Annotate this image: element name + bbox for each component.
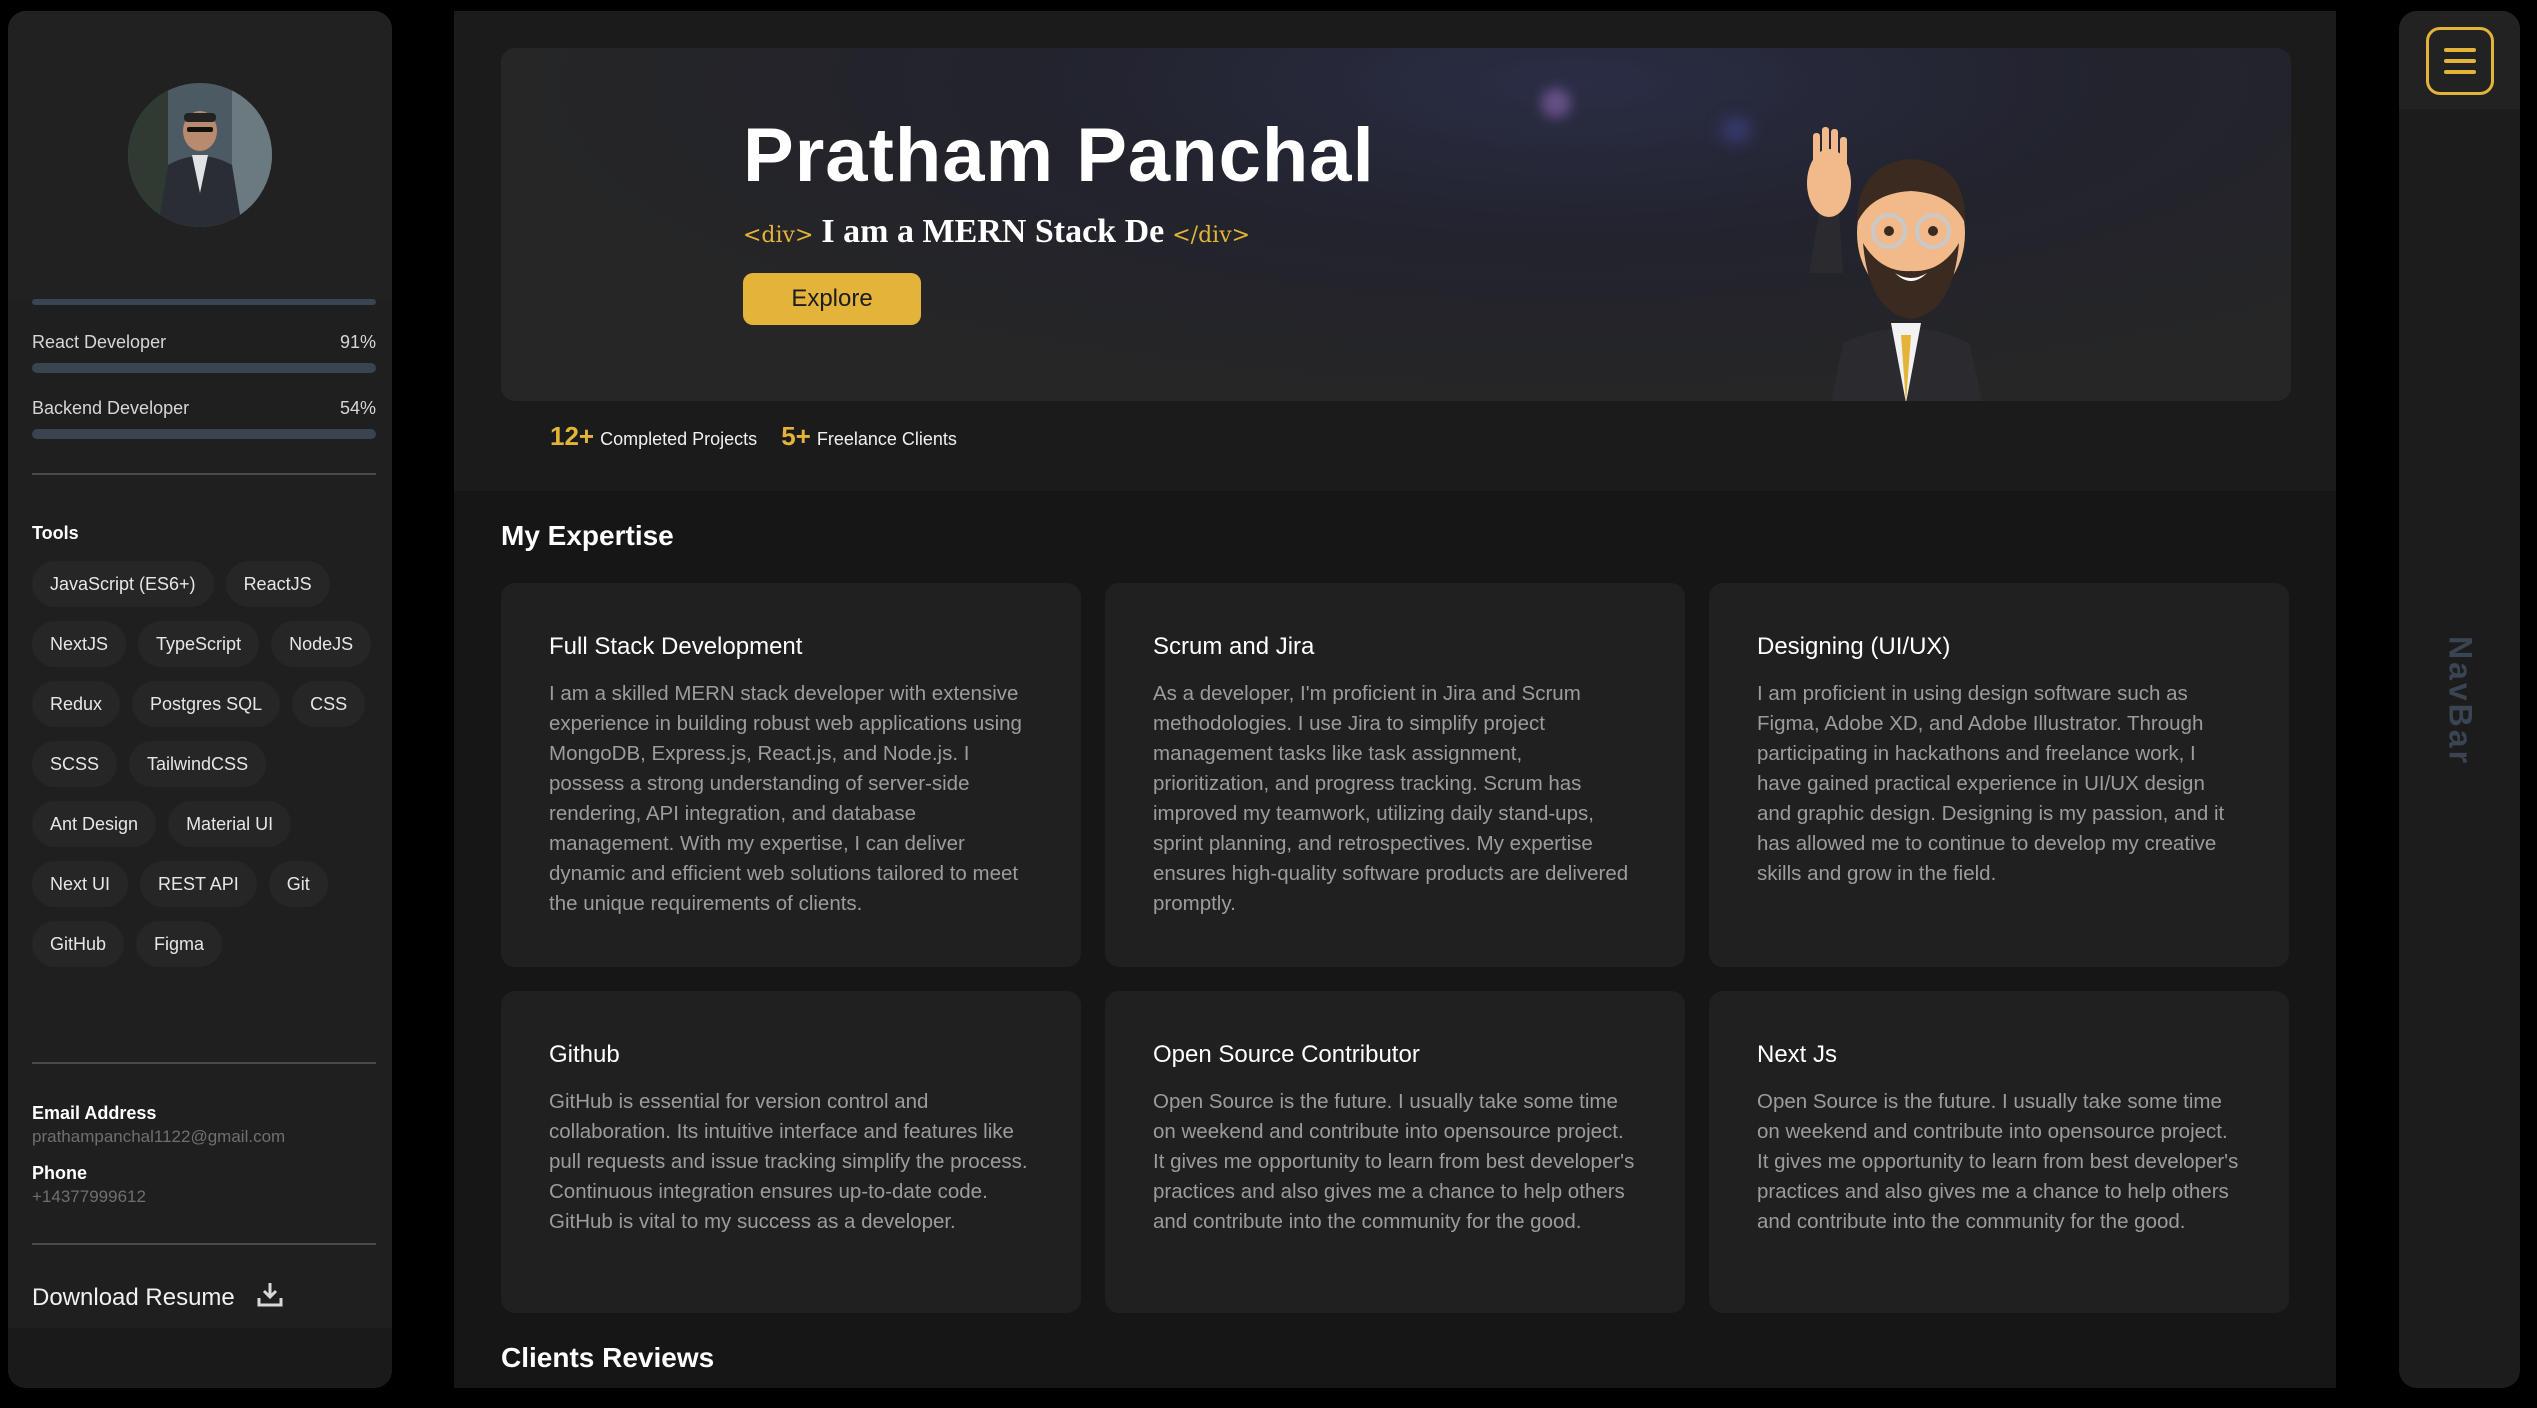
tool-tag: Ant Design [32, 801, 157, 847]
email-label: Email Address [32, 1103, 157, 1123]
tools-heading: Tools [32, 523, 79, 543]
typing-text: <div> I am a MERN Stack De </div> [743, 213, 1250, 251]
stat-number: 12+ [550, 421, 595, 451]
tool-tag: Material UI [168, 801, 292, 847]
card-title: Designing (UI/UX) [1757, 633, 1951, 660]
stat-label: Completed Projects [600, 429, 758, 449]
skill-percent: 54% [339, 397, 376, 418]
card-text: As a developer, I'm proficient in Jira a… [1153, 682, 1629, 915]
typed-role: I am a MERN Stack De [821, 213, 1165, 250]
skill-bar-partial [32, 299, 376, 305]
tool-tag: ReactJS [225, 561, 330, 607]
card-text: I am a skilled MERN stack developer with… [549, 682, 1022, 915]
card-title: Next Js [1757, 1041, 1838, 1068]
background-glow [1541, 88, 1571, 118]
hamburger-menu-icon[interactable] [2426, 27, 2494, 95]
tool-tag: Redux [32, 681, 121, 727]
phone-value[interactable]: +14377999612 [32, 1187, 146, 1207]
skill-percent: 91% [339, 331, 376, 352]
card-text: GitHub is essential for version control … [549, 1090, 1028, 1233]
download-icon [257, 1281, 283, 1314]
stat-number: 5+ [781, 421, 811, 451]
tool-tag: Next UI [32, 861, 129, 907]
tool-tag: JavaScript (ES6+) [32, 561, 214, 607]
divider [32, 473, 376, 475]
skill-react: React Developer 91% [32, 331, 376, 373]
skill-progress-bar [32, 363, 376, 373]
tool-tag: NextJS [32, 621, 127, 667]
phone-label: Phone [32, 1163, 88, 1183]
stat-clients: 5+ Freelance Clients [781, 421, 957, 452]
skill-progress-bar [32, 429, 376, 439]
expertise-card: Designing (UI/UX) I am proficient in usi… [1709, 583, 2289, 967]
avatar [128, 83, 272, 227]
tool-tag: TypeScript [138, 621, 260, 667]
profile-header [8, 11, 392, 301]
hero-name: Pratham Panchal [743, 113, 1375, 198]
expertise-heading: My Expertise [501, 520, 674, 551]
email-value[interactable]: prathampanchal1122@gmail.com [32, 1127, 285, 1147]
tool-tag: TailwindCSS [129, 741, 267, 787]
card-title: Github [549, 1041, 620, 1068]
card-text: Open Source is the future. I usually tak… [1153, 1090, 1635, 1233]
tool-tag: NodeJS [271, 621, 372, 667]
tool-tag: CSS [292, 681, 366, 727]
profile-sidebar: React Developer 91% Backend Developer 54… [8, 11, 392, 1388]
sidebar-footer [8, 1328, 392, 1388]
tool-tag: Figma [136, 921, 223, 967]
divider [32, 1243, 376, 1245]
download-resume-button[interactable]: Download Resume [32, 1281, 283, 1314]
explore-button[interactable]: Explore [743, 273, 921, 325]
skill-backend: Backend Developer 54% [32, 397, 376, 439]
stat-label: Freelance Clients [816, 429, 957, 449]
tool-tag: REST API [140, 861, 257, 907]
skill-label: Backend Developer [32, 397, 190, 418]
stat-projects: 12+ Completed Projects [550, 421, 757, 452]
code-tag-open: <div> [743, 223, 814, 248]
navbar-label: NavBar [2442, 635, 2479, 767]
download-resume-label: Download Resume [32, 1283, 235, 1311]
tool-tag: SCSS [32, 741, 118, 787]
stats-row: 12+ Completed Projects 5+ Freelance Clie… [550, 421, 957, 452]
background-glow [1721, 118, 1751, 142]
skill-label: React Developer [32, 331, 167, 352]
tool-tag: GitHub [32, 921, 125, 967]
memoji-waving-image [1791, 123, 2021, 401]
hero-banner: Pratham Panchal <div> I am a MERN Stack … [501, 48, 2291, 401]
expertise-card: Scrum and Jira As a developer, I'm profi… [1105, 583, 1685, 967]
card-text: Open Source is the future. I usually tak… [1757, 1090, 2239, 1233]
right-navbar: NavBar [2399, 11, 2520, 1388]
card-title: Open Source Contributor [1153, 1041, 1420, 1068]
tools-list: JavaScript (ES6+) ReactJS NextJS TypeScr… [32, 561, 382, 967]
main-content: Pratham Panchal <div> I am a MERN Stack … [454, 11, 2336, 1388]
divider [32, 1062, 376, 1064]
navbar-header [2399, 11, 2520, 109]
tool-tag: Git [268, 861, 328, 907]
hero-section: Pratham Panchal <div> I am a MERN Stack … [454, 11, 2336, 491]
expertise-card: Open Source Contributor Open Source is t… [1105, 991, 1685, 1313]
tool-tag: Postgres SQL [132, 681, 281, 727]
card-text: I am proficient in using design software… [1757, 682, 2225, 885]
expertise-card: Full Stack Development I am a skilled ME… [501, 583, 1081, 967]
card-title: Scrum and Jira [1153, 633, 1315, 660]
expertise-card: Github GitHub is essential for version c… [501, 991, 1081, 1313]
code-tag-close: </div> [1172, 223, 1251, 248]
card-title: Full Stack Development [549, 633, 803, 660]
reviews-heading: Clients Reviews [501, 1342, 715, 1373]
expertise-card: Next Js Open Source is the future. I usu… [1709, 991, 2289, 1313]
